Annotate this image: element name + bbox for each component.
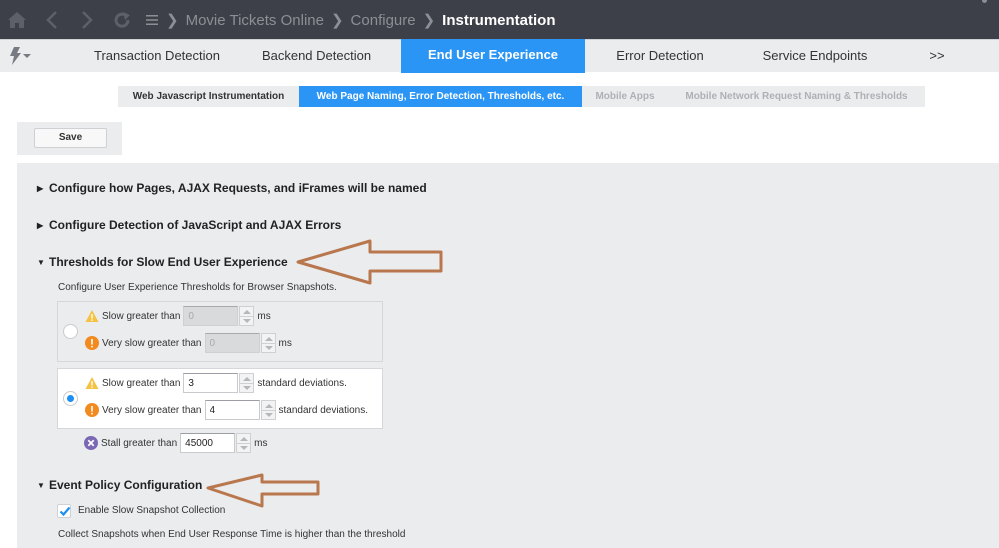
dynamic-very-slow-label: Very slow greater than (102, 404, 202, 416)
spinner-down-icon[interactable] (260, 343, 276, 353)
dynamic-very-slow-input[interactable] (204, 400, 260, 420)
static-slow-row: Slow greater than ms (85, 306, 271, 326)
nav-icons (6, 9, 146, 31)
section-thresholds-label: Thresholds for Slow End User Experience (49, 255, 288, 269)
dynamic-slow-label: Slow greater than (102, 377, 181, 389)
dynamic-slow-unit: standard deviations. (257, 377, 347, 389)
error-icon (85, 403, 99, 417)
top-navigation-bar: ❯ Movie Tickets Online ❯ Configure ❯ Ins… (0, 0, 999, 39)
section-event-policy-header[interactable]: ▼ Event Policy Configuration (37, 478, 202, 492)
section-naming-header[interactable]: ▶ Configure how Pages, AJAX Requests, an… (37, 181, 427, 195)
main-tab-bar: Transaction Detection Backend Detection … (0, 39, 999, 73)
static-slow-spinner[interactable] (239, 306, 255, 326)
section-errors-header[interactable]: ▶ Configure Detection of JavaScript and … (37, 218, 341, 232)
static-very-slow-label: Very slow greater than (102, 337, 202, 349)
scroll-indicator (982, 0, 987, 3)
dynamic-threshold-option: Slow greater than standard deviations. V… (57, 368, 383, 429)
dynamic-very-slow-row: Very slow greater than standard deviatio… (85, 400, 368, 420)
breadcrumb-configure[interactable]: Configure (351, 12, 416, 29)
annotation-arrow-icon (206, 473, 320, 508)
dynamic-threshold-radio[interactable] (63, 391, 78, 406)
spinner-up-icon[interactable] (239, 373, 255, 384)
static-very-slow-spinner[interactable] (260, 333, 276, 353)
tab-backend-detection[interactable]: Backend Detection (220, 40, 413, 73)
static-threshold-radio[interactable] (63, 324, 78, 339)
enable-slow-snapshot-label: Enable Slow Snapshot Collection (78, 505, 226, 516)
dynamic-very-slow-unit: standard deviations. (278, 404, 369, 416)
expand-arrow-icon: ▶ (37, 220, 44, 230)
enable-slow-snapshot-checkbox[interactable] (57, 504, 71, 518)
static-slow-label: Slow greater than (102, 310, 181, 322)
stall-row: Stall greater than ms (84, 433, 268, 453)
stall-label: Stall greater than (101, 437, 178, 449)
tab-end-user-experience[interactable]: End User Experience (401, 39, 585, 73)
dynamic-very-slow-spinner[interactable] (260, 400, 276, 420)
error-icon (85, 336, 99, 350)
stall-spinner[interactable] (236, 433, 252, 453)
chevron-right-icon: ❯ (330, 12, 344, 29)
section-thresholds-header[interactable]: ▼ Thresholds for Slow End User Experienc… (37, 255, 288, 269)
stall-icon (84, 436, 98, 450)
warning-icon (85, 376, 99, 390)
static-slow-unit: ms (257, 310, 271, 322)
spinner-down-icon[interactable] (239, 316, 255, 326)
section-errors-label: Configure Detection of JavaScript and AJ… (49, 218, 342, 232)
subtab-web-javascript-instrumentation[interactable]: Web Javascript Instrumentation (118, 86, 299, 107)
spinner-up-icon[interactable] (239, 306, 255, 317)
dynamic-slow-row: Slow greater than standard deviations. (85, 373, 347, 393)
checkmark-icon (59, 506, 71, 517)
collapse-arrow-icon: ▼ (37, 257, 45, 267)
subtab-mobile-apps[interactable]: Mobile Apps (582, 86, 668, 107)
forward-icon[interactable] (76, 9, 98, 31)
refresh-icon[interactable] (111, 9, 133, 31)
lightning-menu-icon[interactable] (6, 46, 32, 66)
subtab-mobile-network-request[interactable]: Mobile Network Request Naming & Threshol… (668, 86, 925, 107)
warning-icon (85, 309, 99, 323)
breadcrumb-app[interactable]: Movie Tickets Online (186, 12, 324, 29)
home-icon[interactable] (6, 9, 28, 31)
save-toolbar: Save (17, 122, 122, 155)
spinner-down-icon[interactable] (260, 410, 276, 420)
save-button[interactable]: Save (34, 128, 107, 148)
breadcrumb-current: Instrumentation (442, 11, 556, 29)
sub-tab-bar: Web Javascript Instrumentation Web Page … (118, 86, 925, 107)
back-icon[interactable] (41, 9, 63, 31)
dynamic-slow-input[interactable] (183, 373, 239, 393)
section-event-policy-label: Event Policy Configuration (49, 478, 203, 492)
spinner-down-icon[interactable] (236, 443, 252, 453)
tab-more[interactable]: >> (912, 40, 962, 73)
tab-error-detection[interactable]: Error Detection (585, 40, 735, 73)
spinner-up-icon[interactable] (260, 333, 276, 344)
static-very-slow-unit: ms (278, 337, 292, 349)
chevron-right-icon: ❯ (422, 12, 436, 29)
stall-unit: ms (254, 437, 268, 449)
static-very-slow-input[interactable] (204, 333, 260, 353)
spinner-down-icon[interactable] (239, 383, 255, 393)
section-naming-label: Configure how Pages, AJAX Requests, and … (49, 181, 427, 195)
configuration-panel: ▶ Configure how Pages, AJAX Requests, an… (17, 163, 999, 548)
breadcrumb: ❯ Movie Tickets Online ❯ Configure ❯ Ins… (145, 11, 556, 29)
event-policy-description: Collect Snapshots when End User Response… (58, 529, 406, 540)
dynamic-slow-spinner[interactable] (239, 373, 255, 393)
chevron-right-icon: ❯ (166, 12, 179, 29)
menu-icon[interactable] (145, 13, 159, 27)
spinner-up-icon[interactable] (236, 433, 252, 444)
annotation-arrow-icon (296, 239, 443, 285)
spinner-up-icon[interactable] (260, 400, 276, 411)
static-slow-input[interactable] (183, 306, 239, 326)
static-very-slow-row: Very slow greater than ms (85, 333, 292, 353)
expand-arrow-icon: ▶ (37, 183, 44, 193)
collapse-arrow-icon: ▼ (37, 480, 45, 490)
stall-input[interactable] (180, 433, 236, 453)
tab-service-endpoints[interactable]: Service Endpoints (740, 40, 890, 73)
static-threshold-option: Slow greater than ms Very slow greater t… (57, 301, 383, 362)
subtab-web-page-naming[interactable]: Web Page Naming, Error Detection, Thresh… (299, 86, 582, 107)
